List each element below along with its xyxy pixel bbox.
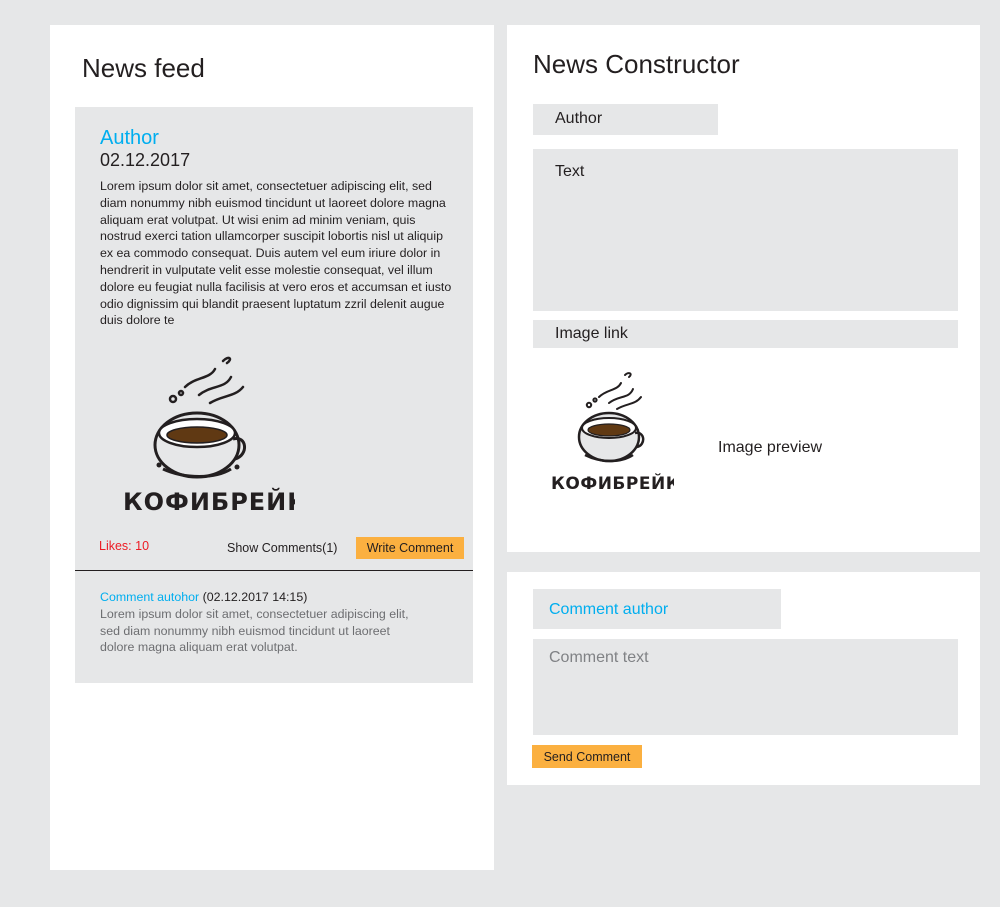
post-author[interactable]: Author xyxy=(100,127,159,150)
news-post-card: Author 02.12.2017 Lorem ipsum dolor sit … xyxy=(75,107,473,683)
text-input-label: Text xyxy=(555,163,585,180)
comment-author-input[interactable]: Comment author xyxy=(533,589,781,629)
post-date: 02.12.2017 xyxy=(100,150,191,170)
news-constructor-panel: News Constructor Author Text Image link … xyxy=(507,25,980,552)
comment-item: Comment autohor (02.12.2017 14:15) Lorem… xyxy=(100,589,420,656)
image-preview-label: Image preview xyxy=(718,439,823,456)
post-divider xyxy=(75,570,473,571)
post-likes-count[interactable]: Likes: 10 xyxy=(99,539,149,553)
post-image-logo-text: КОФИБРЕЙК xyxy=(123,487,295,516)
news-constructor-title: News Constructor xyxy=(533,49,740,79)
comment-text-input-label: Comment text xyxy=(549,649,649,666)
author-input-label: Author xyxy=(555,110,603,127)
comment-form-panel: Comment author Comment text Send Comment xyxy=(507,572,980,785)
image-link-input[interactable]: Image link xyxy=(533,320,958,348)
post-text: Lorem ipsum dolor sit amet, consectetuer… xyxy=(100,179,452,328)
news-feed-panel: News feed Author 02.12.2017 Lorem ipsum … xyxy=(50,25,494,870)
comment-date: (02.12.2017 14:15) xyxy=(199,590,308,604)
image-link-input-label: Image link xyxy=(555,325,628,342)
send-comment-button[interactable]: Send Comment xyxy=(532,745,642,768)
comment-author-link[interactable]: Comment autohor xyxy=(100,590,199,604)
comment-text-input[interactable]: Comment text xyxy=(533,639,958,735)
comment-text: Lorem ipsum dolor sit amet, consectetuer… xyxy=(100,606,409,655)
write-comment-button[interactable]: Write Comment xyxy=(356,537,464,559)
coffee-cup-logo-icon: КОФИБРЕЙК xyxy=(551,372,674,494)
author-input[interactable]: Author xyxy=(533,104,718,135)
news-feed-title: News feed xyxy=(82,53,205,83)
show-comments-link[interactable]: Show Comments(1) xyxy=(227,541,337,555)
coffee-cup-logo-icon: КОФИБРЕЙК xyxy=(123,356,295,516)
preview-logo-text: КОФИБРЕЙК xyxy=(551,472,674,494)
comment-author-input-label: Comment author xyxy=(549,601,669,618)
text-input[interactable]: Text xyxy=(533,149,958,311)
